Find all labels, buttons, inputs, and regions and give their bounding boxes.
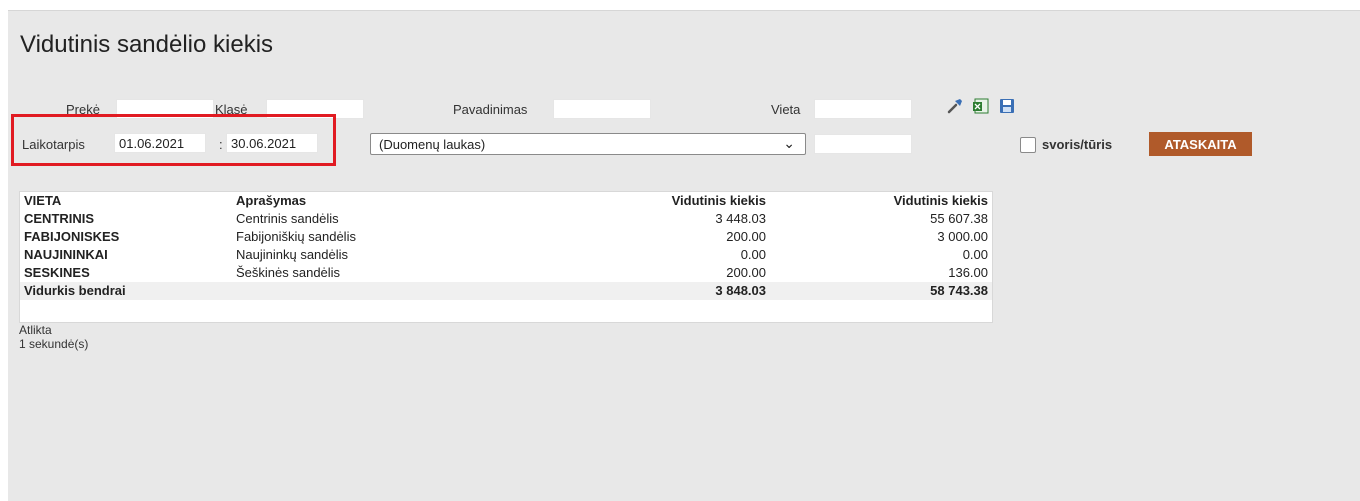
total-label: Vidurkis bendrai [20,282,232,300]
data-field-select-value: (Duomenų laukas) [379,137,486,152]
weight-volume-checkbox[interactable] [1020,137,1036,153]
report-button[interactable]: ATASKAITA [1149,132,1252,156]
date-to-input[interactable]: 30.06.2021 [226,133,318,153]
extra-input[interactable] [814,134,912,154]
table-row: FABIJONISKES Fabijoniškių sandėlis 200.0… [20,228,992,246]
status-done: Atlikta [19,323,52,337]
pavadinimas-label: Pavadinimas [453,102,528,117]
page-title: Vidutinis sandėlio kiekis [20,31,274,58]
total-avg-qty-2: 58 743.38 [770,282,992,300]
cell-vieta[interactable]: FABIJONISKES [20,228,232,246]
table-total-row: Vidurkis bendrai 3 848.03 58 743.38 [20,282,992,300]
cell-avg-qty-1: 200.00 [726,229,766,244]
header-aprasymas: Aprašymas [236,193,307,208]
weight-volume-label: svoris/tūris [1042,137,1113,152]
header-avg-qty-1: Vidutinis kiekis [671,193,766,208]
header-vieta: VIETA [24,193,62,208]
chevron-down-icon: ⌄ [783,135,795,151]
cell-vieta[interactable]: CENTRINIS [20,210,232,228]
data-field-select[interactable]: (Duomenų laukas) ⌄ [370,133,806,155]
cell-avg-qty-1: 200.00 [726,265,766,280]
cell-avg-qty-2: 0.00 [962,247,988,262]
report-page: Vidutinis sandėlio kiekis Prekė Klasė Pa… [8,10,1360,501]
save-icon[interactable] [998,97,1016,115]
cell-vieta[interactable]: SESKINES [20,264,232,282]
cell-avg-qty-2: 3 000.00 [937,229,988,244]
cell-avg-qty-2: 55 607.38 [930,211,988,226]
table-header-row: VIETA Aprašymas Vidutinis kiekis Vidutin… [20,192,992,210]
vieta-input[interactable] [814,99,912,119]
cell-aprasymas: Naujininkų sandėlis [236,247,349,262]
cell-avg-qty-2: 136.00 [948,265,988,280]
table-row: NAUJININKAI Naujininkų sandėlis 0.00 0.0… [20,246,992,264]
results-table: VIETA Aprašymas Vidutinis kiekis Vidutin… [19,191,993,323]
vieta-label: Vieta [771,102,801,117]
cell-aprasymas: Fabijoniškių sandėlis [236,229,356,244]
total-empty [232,282,518,300]
excel-icon[interactable] [972,97,990,115]
status-duration: 1 sekundė(s) [19,337,89,351]
wrench-icon[interactable] [946,97,964,115]
date-from-input[interactable]: 01.06.2021 [114,133,206,153]
table-row: CENTRINIS Centrinis sandėlis 3 448.03 55… [20,210,992,228]
header-avg-qty-2: Vidutinis kiekis [893,193,988,208]
cell-aprasymas: Centrinis sandėlis [236,211,339,226]
laikotarpis-label: Laikotarpis [22,137,85,152]
total-avg-qty-1: 3 848.03 [518,282,770,300]
status-text: Atlikta 1 sekundė(s) [19,323,88,351]
date-separator: : [219,137,223,152]
cell-avg-qty-1: 0.00 [740,247,766,262]
cell-avg-qty-1: 3 448.03 [715,211,766,226]
cell-vieta[interactable]: NAUJININKAI [20,246,232,264]
cell-aprasymas: Šeškinės sandėlis [236,265,341,280]
pavadinimas-input[interactable] [553,99,651,119]
table-row: SESKINES Šeškinės sandėlis 200.00 136.00 [20,264,992,282]
